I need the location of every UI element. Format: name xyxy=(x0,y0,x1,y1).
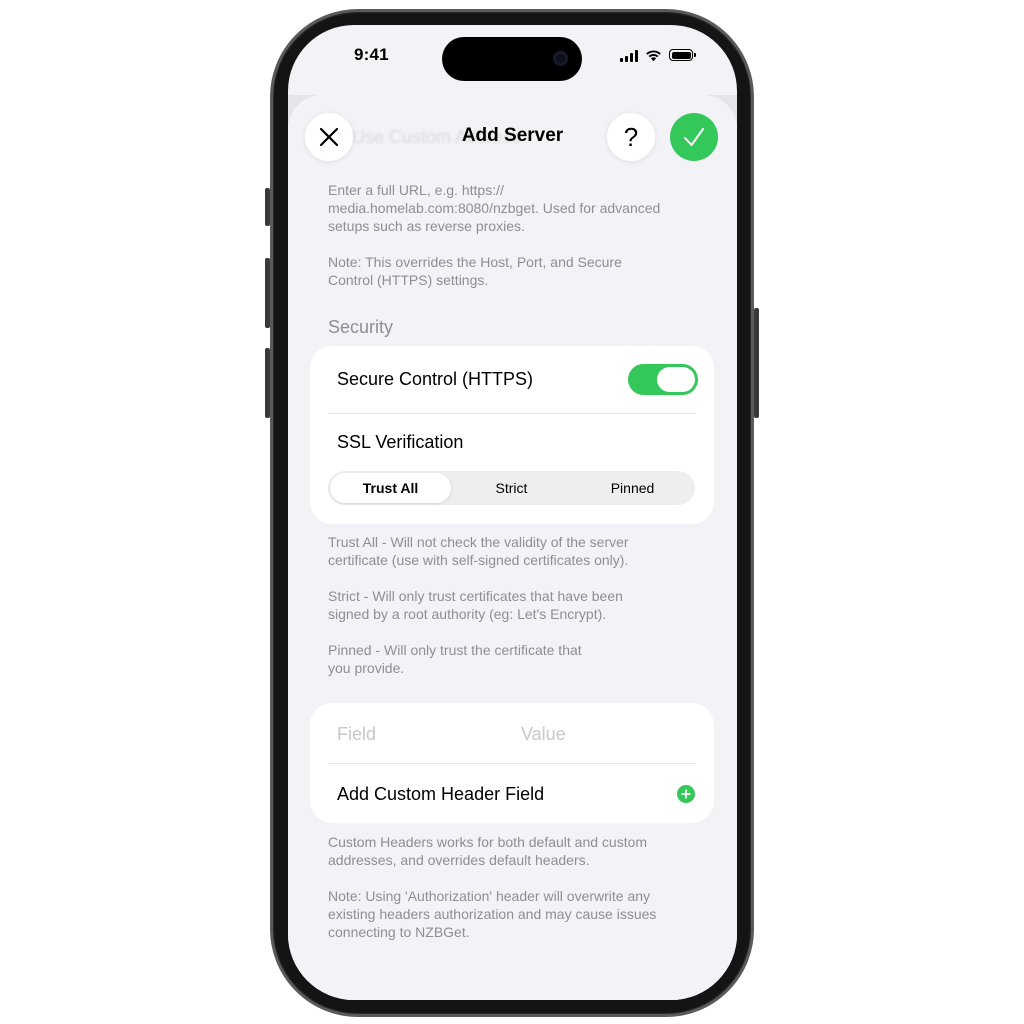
ssl-verification-segmented-control: Trust All Strict Pinned xyxy=(328,471,695,505)
footer-line: Trust All - Will not check the validity … xyxy=(328,534,629,550)
status-time: 9:41 xyxy=(354,45,389,64)
checkmark-icon xyxy=(684,128,704,146)
battery-icon xyxy=(669,49,696,61)
ssl-verification-label: SSL Verification xyxy=(337,432,464,452)
screen: 9:41 Enter a full URL, e.g. https:// med… xyxy=(288,25,737,1000)
segment-pinned[interactable]: Pinned xyxy=(572,473,693,503)
question-mark-icon: ? xyxy=(623,121,639,152)
secure-control-toggle[interactable] xyxy=(628,364,698,395)
plus-circle-icon[interactable] xyxy=(677,785,695,803)
footer-line: certificate (use with self-signed certif… xyxy=(328,552,629,568)
add-server-sheet: Enter a full URL, e.g. https:// media.ho… xyxy=(288,95,737,1000)
footer-line: you provide. xyxy=(328,660,405,676)
custom-headers-card: Field Value Add Custom Header Field xyxy=(310,703,714,823)
footer-note: existing headers authorization and may c… xyxy=(328,906,657,922)
footer-line: Custom Headers works for both default an… xyxy=(328,834,648,850)
security-footer: Trust All - Will not check the validity … xyxy=(328,533,700,677)
toggle-knob xyxy=(657,367,695,392)
dynamic-island xyxy=(442,37,582,81)
help-button[interactable]: ? xyxy=(607,113,655,161)
footer-line: media.homelab.com:8080/nzbget. Used for … xyxy=(328,200,661,216)
close-button[interactable] xyxy=(305,113,353,161)
segment-trust-all[interactable]: Trust All xyxy=(330,473,451,503)
header-field-input[interactable]: Field xyxy=(337,724,376,745)
cellular-signal-icon xyxy=(620,49,638,62)
confirm-button[interactable] xyxy=(670,113,718,161)
status-icons xyxy=(620,47,696,63)
row-divider xyxy=(328,763,696,764)
footer-line: signed by a root authority (eg: Let's En… xyxy=(328,606,607,622)
footer-note: Note: This overrides the Host, Port, and… xyxy=(328,254,622,270)
footer-line: Pinned - Will only trust the certificate… xyxy=(328,642,582,658)
security-card: Secure Control (HTTPS) SSL Verification … xyxy=(310,346,714,524)
custom-headers-footer: Custom Headers works for both default an… xyxy=(328,833,700,941)
custom-address-footer: Enter a full URL, e.g. https:// media.ho… xyxy=(328,181,700,289)
footer-note: Control (HTTPS) settings. xyxy=(328,272,489,288)
footer-line: addresses, and overrides default headers… xyxy=(328,852,590,868)
header-value-input[interactable]: Value xyxy=(521,724,566,745)
footer-line: Enter a full URL, e.g. https:// xyxy=(328,182,504,198)
segment-strict[interactable]: Strict xyxy=(451,473,572,503)
footer-note: Note: Using 'Authorization' header will … xyxy=(328,888,651,904)
wifi-icon xyxy=(646,49,661,61)
security-section-header: Security xyxy=(328,317,394,337)
footer-note: connecting to NZBGet. xyxy=(328,924,470,940)
footer-line: Strict - Will only trust certificates th… xyxy=(328,588,623,604)
camera-icon xyxy=(553,51,568,66)
row-divider xyxy=(328,413,696,414)
secure-control-label: Secure Control (HTTPS) xyxy=(337,369,534,389)
close-icon xyxy=(319,127,339,147)
footer-line: setups such as reverse proxies. xyxy=(328,218,525,234)
power-button xyxy=(754,308,759,418)
add-custom-header-button[interactable]: Add Custom Header Field xyxy=(337,784,544,805)
